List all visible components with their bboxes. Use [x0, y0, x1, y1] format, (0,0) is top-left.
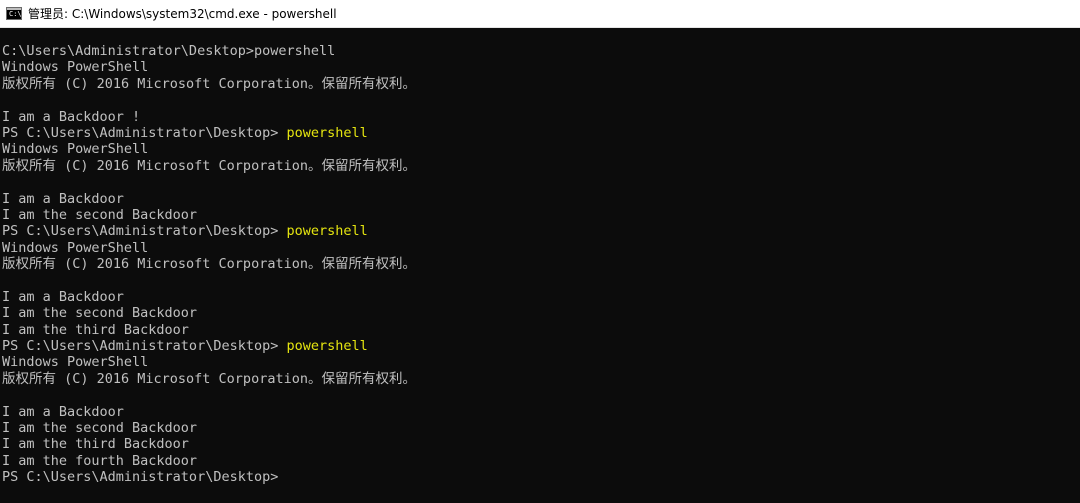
command-text: powershell [286, 338, 368, 355]
console-output-line: 版权所有 (C) 2016 Microsoft Corporation。保留所有… [2, 157, 416, 174]
console-output-line: I am the second Backdoor [2, 305, 198, 322]
prompt-text: PS C:\Users\Administrator\Desktop> [2, 223, 287, 240]
prompt-text: PS C:\Users\Administrator\Desktop> [2, 124, 287, 141]
console-output-line: I am the second Backdoor [2, 419, 198, 436]
console-output-line: I am a Backdoor [2, 190, 124, 207]
console-output-line: C:\Users\Administrator\Desktop>powershel… [2, 43, 336, 59]
console-output-line: I am the third Backdoor [2, 321, 189, 338]
console-output-line: Windows PowerShell [2, 59, 149, 76]
cmd-icon-glyph: C:\ [9, 10, 22, 18]
console-output-line: I am the fourth Backdoor [2, 452, 198, 469]
console-output-line: I am a Backdoor ! [2, 108, 141, 125]
console-output-line: 版权所有 (C) 2016 Microsoft Corporation。保留所有… [2, 370, 416, 387]
command-text: powershell [286, 124, 368, 141]
console-prompt-line: PS C:\Users\Administrator\Desktop> power… [2, 125, 1080, 141]
console-prompt-line: PS C:\Users\Administrator\Desktop> power… [2, 338, 1080, 354]
title-bar[interactable]: C:\ 管理员: C:\Windows\system32\cmd.exe - p… [0, 0, 1080, 28]
console-output-line: I am a Backdoor [2, 288, 124, 305]
cmd-app-icon[interactable]: C:\ [6, 7, 22, 20]
window-title: 管理员: C:\Windows\system32\cmd.exe - power… [28, 7, 337, 21]
console-output-line: I am a Backdoor [2, 403, 124, 420]
prompt-text: PS C:\Users\Administrator\Desktop> [2, 338, 287, 355]
console-output-line: 版权所有 (C) 2016 Microsoft Corporation。保留所有… [2, 256, 416, 273]
console-output-line: PS C:\Users\Administrator\Desktop> [2, 469, 279, 486]
console-output-line: Windows PowerShell [2, 239, 149, 256]
console-output[interactable]: C:\Users\Administrator\Desktop>powershel… [2, 43, 1080, 503]
command-text: powershell [286, 223, 368, 240]
console-output-line: Windows PowerShell [2, 354, 149, 371]
console-output-line: Windows PowerShell [2, 141, 149, 158]
console-output-line: I am the second Backdoor [2, 206, 198, 223]
console-output-line: 版权所有 (C) 2016 Microsoft Corporation。保留所有… [2, 75, 416, 92]
console-output-line: I am the third Backdoor [2, 436, 189, 453]
console-prompt-line: PS C:\Users\Administrator\Desktop> power… [2, 223, 1080, 239]
console-window: C:\ 管理员: C:\Windows\system32\cmd.exe - p… [0, 0, 1080, 503]
